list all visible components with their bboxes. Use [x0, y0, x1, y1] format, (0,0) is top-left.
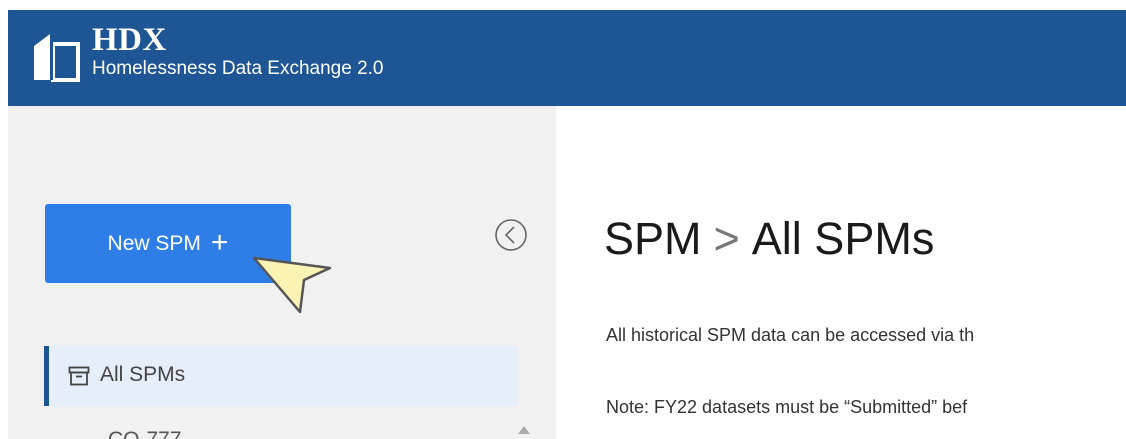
page-title: SPM > All SPMs [604, 216, 934, 261]
sidebar-item-all-spms[interactable]: All SPMs [44, 346, 518, 406]
sidebar-item-co-777[interactable]: CO-777 [108, 428, 182, 439]
logo-full-name[interactable]: Homelessness Data Exchange 2.0 [92, 59, 384, 78]
archive-box-icon [68, 366, 90, 386]
chevron-left-circle-icon[interactable] [494, 218, 528, 252]
plus-icon: + [210, 225, 229, 259]
app-header: HDX Homelessness Data Exchange 2.0 [8, 10, 1126, 106]
info-text-historical: All historical SPM data can be accessed … [606, 325, 975, 345]
caret-up-icon[interactable] [516, 424, 532, 436]
new-spm-button-label: New SPM [107, 231, 201, 255]
logo-abbreviation[interactable]: HDX [92, 24, 167, 57]
top-margin [0, 0, 1126, 10]
info-text-note: Note: FY22 datasets must be “Submitted” … [606, 397, 968, 417]
app-window: HDX Homelessness Data Exchange 2.0 New S… [0, 0, 1126, 439]
mouse-pointer-icon [252, 256, 332, 314]
breadcrumb-separator: > [713, 213, 740, 264]
active-indicator [44, 346, 49, 406]
sidebar-item-label: All SPMs [100, 363, 186, 386]
breadcrumb-current: All SPMs [751, 213, 935, 264]
building-icon [34, 34, 80, 82]
breadcrumb-root[interactable]: SPM [604, 213, 702, 264]
